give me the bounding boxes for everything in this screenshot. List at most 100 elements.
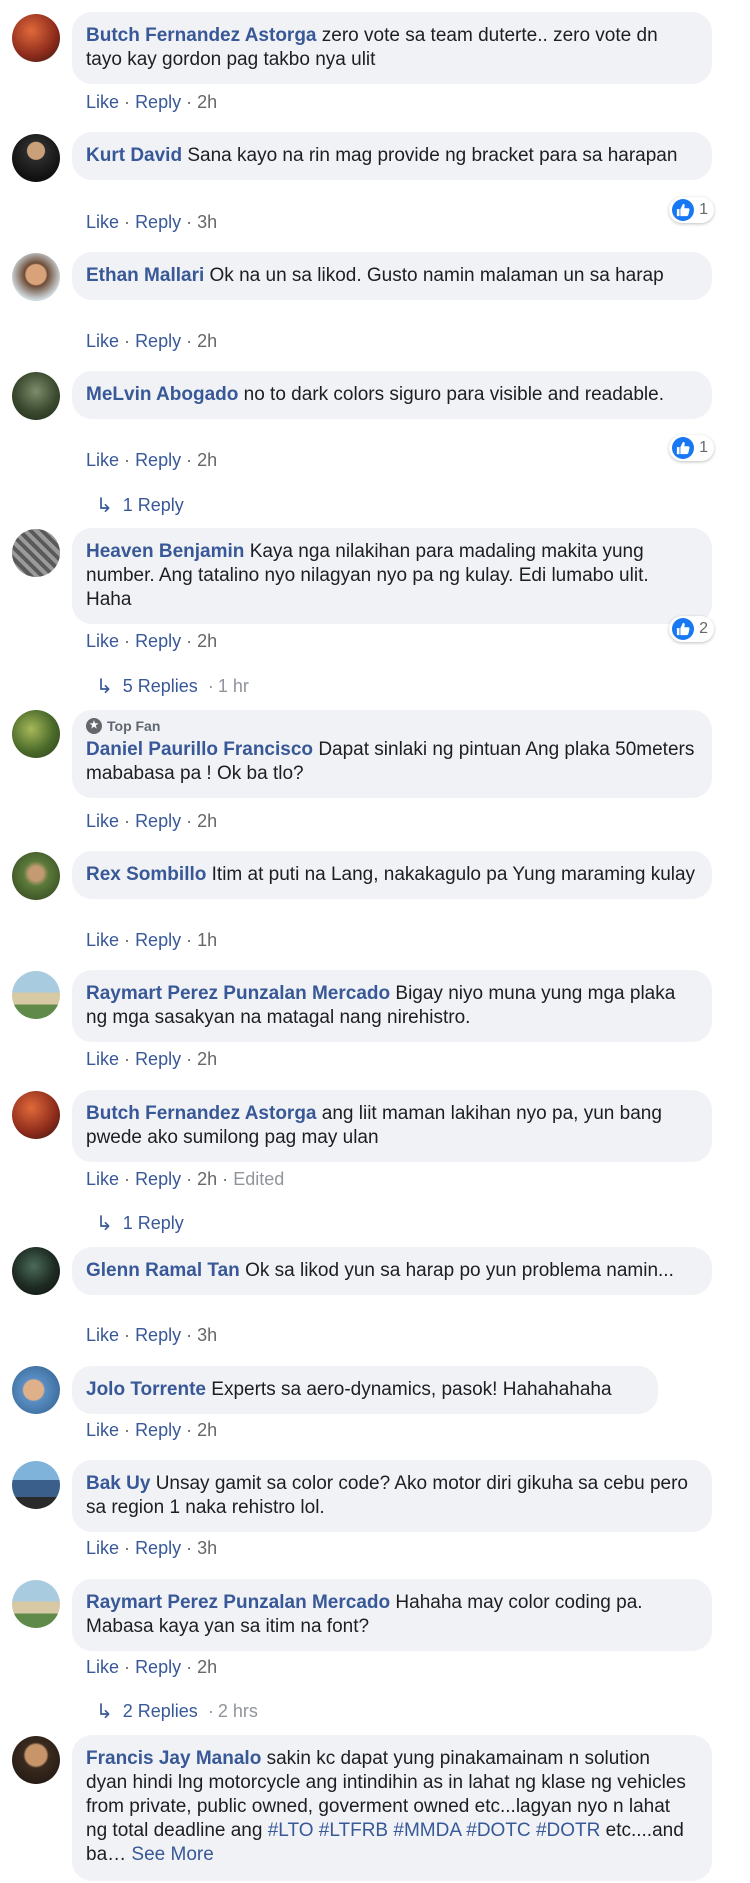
comment-time[interactable]: 2h: [197, 1169, 217, 1189]
comment-bubble: Ethan Mallari Ok na un sa likod. Gusto n…: [72, 252, 712, 300]
reply-link[interactable]: Reply: [135, 1538, 181, 1558]
reply-link[interactable]: Reply: [135, 92, 181, 112]
comment-time[interactable]: 2h: [197, 1049, 217, 1069]
like-link[interactable]: Like: [86, 1325, 119, 1345]
comment-author[interactable]: Butch Fernandez Astorga: [86, 25, 317, 46]
comment-bubble: Rex Sombillo Itim at puti na Lang, nakak…: [72, 851, 712, 899]
comment-author[interactable]: Bak Uy: [86, 1473, 150, 1494]
avatar[interactable]: [12, 971, 60, 1019]
comment-author[interactable]: Ethan Mallari: [86, 265, 204, 286]
avatar[interactable]: [12, 14, 60, 62]
hashtag-link[interactable]: #DOTR: [536, 1820, 600, 1841]
comment-bubble: Raymart Perez Punzalan Mercado Bigay niy…: [72, 970, 712, 1042]
like-link[interactable]: Like: [86, 1538, 119, 1558]
reply-link[interactable]: Reply: [135, 1169, 181, 1189]
like-link[interactable]: Like: [86, 930, 119, 950]
avatar[interactable]: [12, 372, 60, 420]
like-link[interactable]: Like: [86, 450, 119, 470]
see-more-link[interactable]: See More: [131, 1844, 213, 1865]
comment-time[interactable]: 3h: [197, 1325, 217, 1345]
comment-text: no to dark colors siguro para visible an…: [243, 384, 664, 405]
avatar[interactable]: [12, 529, 60, 577]
reply-arrow-icon: ↳: [96, 676, 113, 698]
avatar[interactable]: [12, 1580, 60, 1628]
comment-time[interactable]: 3h: [197, 1538, 217, 1558]
avatar[interactable]: [12, 1461, 60, 1509]
comment-time[interactable]: 2h: [197, 331, 217, 351]
reply-link[interactable]: Reply: [135, 1325, 181, 1345]
comment-author[interactable]: Daniel Paurillo Francisco: [86, 739, 313, 760]
comment-time[interactable]: 3h: [197, 212, 217, 232]
comment-author[interactable]: Kurt David: [86, 145, 182, 166]
comment-author[interactable]: Francis Jay Manalo: [86, 1748, 261, 1769]
avatar[interactable]: [12, 1366, 60, 1414]
reply-link[interactable]: Reply: [135, 212, 181, 232]
reaction-count[interactable]: 2: [669, 616, 714, 642]
comment-bubble: Butch Fernandez Astorga ang liit maman l…: [72, 1090, 712, 1162]
reply-link[interactable]: Reply: [135, 1420, 181, 1440]
comment-author[interactable]: Glenn Ramal Tan: [86, 1260, 240, 1281]
comment-time[interactable]: 2h: [197, 811, 217, 831]
hashtag-link[interactable]: #LTFRB: [319, 1820, 388, 1841]
comment-author[interactable]: Heaven Benjamin: [86, 541, 244, 562]
reply-link[interactable]: Reply: [135, 1657, 181, 1677]
like-link[interactable]: Like: [86, 631, 119, 651]
reply-link[interactable]: Reply: [135, 930, 181, 950]
like-link[interactable]: Like: [86, 1169, 119, 1189]
view-replies-link[interactable]: ↳ 1 Reply: [96, 1211, 184, 1236]
comment-text: Ok sa likod yun sa harap po yun problema…: [245, 1260, 674, 1281]
like-link[interactable]: Like: [86, 811, 119, 831]
comment-bubble: MeLvin Abogado no to dark colors siguro …: [72, 371, 712, 419]
avatar[interactable]: [12, 253, 60, 301]
view-replies-link[interactable]: ↳ 5 Replies · 1 hr: [96, 674, 249, 699]
like-link[interactable]: Like: [86, 331, 119, 351]
comment-author[interactable]: Jolo Torrente: [86, 1379, 206, 1400]
avatar[interactable]: [12, 134, 60, 182]
comment-time[interactable]: 2h: [197, 92, 217, 112]
view-replies-link[interactable]: ↳ 1 Reply: [96, 493, 184, 518]
reply-link[interactable]: Reply: [135, 450, 181, 470]
view-replies-link[interactable]: ↳ 2 Replies · 2 hrs: [96, 1699, 258, 1724]
comment-bubble: Bak Uy Unsay gamit sa color code? Ako mo…: [72, 1460, 712, 1532]
comment-time[interactable]: 2h: [197, 450, 217, 470]
avatar[interactable]: [12, 1736, 60, 1784]
comment-bubble: Francis Jay Manalo sakin kc dapat yung p…: [72, 1735, 712, 1881]
comment-time[interactable]: 1h: [197, 930, 217, 950]
avatar[interactable]: [12, 1091, 60, 1139]
comment-author[interactable]: Raymart Perez Punzalan Mercado: [86, 983, 390, 1004]
comment-actions: Like · Reply · 3h: [86, 1538, 218, 1558]
comment-time[interactable]: 2h: [197, 1657, 217, 1677]
like-link[interactable]: Like: [86, 1049, 119, 1069]
comment-bubble: Raymart Perez Punzalan Mercado Hahaha ma…: [72, 1579, 712, 1651]
reply-link[interactable]: Reply: [135, 631, 181, 651]
comment-author[interactable]: Butch Fernandez Astorga: [86, 1103, 317, 1124]
comment-time[interactable]: 2h: [197, 1420, 217, 1440]
comment-author[interactable]: Rex Sombillo: [86, 864, 206, 885]
comment-author[interactable]: MeLvin Abogado: [86, 384, 238, 405]
like-link[interactable]: Like: [86, 1657, 119, 1677]
hashtag-link[interactable]: #MMDA: [393, 1820, 461, 1841]
hashtag-link[interactable]: #DOTC: [466, 1820, 530, 1841]
comment-bubble: Jolo Torrente Experts sa aero-dynamics, …: [72, 1366, 658, 1414]
comment-bubble: ★ Top Fan Daniel Paurillo Francisco Dapa…: [72, 710, 712, 798]
comment-bubble: Heaven Benjamin Kaya nga nilakihan para …: [72, 528, 712, 624]
comment-time[interactable]: 2h: [197, 631, 217, 651]
like-link[interactable]: Like: [86, 1420, 119, 1440]
avatar[interactable]: [12, 1247, 60, 1295]
reply-link[interactable]: Reply: [135, 811, 181, 831]
comment-author[interactable]: Raymart Perez Punzalan Mercado: [86, 1592, 390, 1613]
reaction-count[interactable]: 1: [669, 435, 714, 461]
reaction-count[interactable]: 1: [669, 197, 714, 223]
comment-actions: Like · Reply · 2h: [86, 1049, 218, 1069]
like-link[interactable]: Like: [86, 212, 119, 232]
comment-text: Sana kayo na rin mag provide ng bracket …: [187, 145, 678, 166]
reply-arrow-icon: ↳: [96, 1213, 113, 1235]
avatar[interactable]: [12, 852, 60, 900]
reply-link[interactable]: Reply: [135, 1049, 181, 1069]
comment-actions: Like · Reply · 2h: [86, 631, 218, 651]
hashtag-link[interactable]: #LTO: [268, 1820, 314, 1841]
comment-actions: Like · Reply · 2h · Edited: [86, 1169, 285, 1189]
like-link[interactable]: Like: [86, 92, 119, 112]
avatar[interactable]: [12, 710, 60, 758]
reply-link[interactable]: Reply: [135, 331, 181, 351]
